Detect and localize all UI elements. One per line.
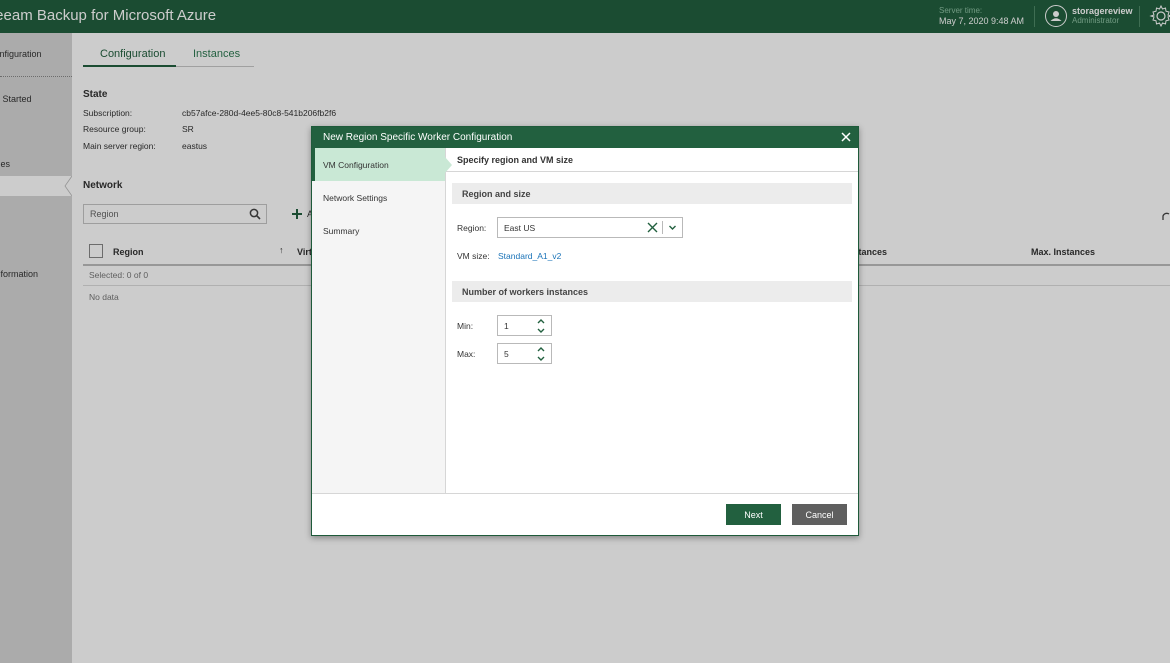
- vm-size-link[interactable]: Standard_A1_v2: [498, 251, 561, 261]
- region-label: Region:: [457, 223, 487, 233]
- region-value: East US: [504, 223, 536, 233]
- step-label: Network Settings: [323, 193, 388, 203]
- header-divider: [446, 171, 858, 172]
- next-button[interactable]: Next: [726, 504, 781, 525]
- region-select[interactable]: East US: [497, 217, 683, 238]
- cancel-button[interactable]: Cancel: [792, 504, 847, 525]
- group-title: Number of workers instances: [462, 287, 589, 297]
- worker-config-dialog: New Region Specific Worker Configuration…: [311, 126, 859, 536]
- chevron-down-icon[interactable]: [668, 223, 677, 234]
- stepper-arrows-icon[interactable]: [536, 318, 546, 336]
- close-icon[interactable]: [840, 131, 852, 145]
- step-network-settings[interactable]: Network Settings: [312, 181, 445, 214]
- clear-icon[interactable]: [646, 221, 659, 236]
- dialog-title: New Region Specific Worker Configuration: [323, 132, 513, 143]
- wizard-steps: VM Configuration Network Settings Summar…: [312, 148, 452, 493]
- step-vm-configuration[interactable]: VM Configuration: [312, 148, 452, 181]
- min-value: 1: [504, 321, 509, 331]
- step-header: Specify region and VM size: [457, 155, 574, 165]
- min-label: Min:: [457, 321, 474, 331]
- stepper-arrows-icon[interactable]: [536, 346, 546, 364]
- group-workers: Number of workers instances: [452, 281, 852, 302]
- group-region-size: Region and size: [452, 183, 852, 204]
- step-content: Specify region and VM size Region and si…: [446, 148, 858, 493]
- vm-size-label: VM size:: [457, 251, 490, 261]
- step-label: Summary: [323, 226, 360, 236]
- dialog-title-bar: New Region Specific Worker Configuration: [312, 127, 858, 148]
- step-summary[interactable]: Summary: [312, 214, 445, 247]
- group-title: Region and size: [462, 189, 531, 199]
- footer-divider: [312, 493, 858, 494]
- max-stepper[interactable]: 5: [497, 343, 552, 364]
- max-label: Max:: [457, 349, 476, 359]
- step-label: VM Configuration: [323, 160, 389, 170]
- min-stepper[interactable]: 1: [497, 315, 552, 336]
- select-divider: [662, 221, 663, 234]
- max-value: 5: [504, 349, 509, 359]
